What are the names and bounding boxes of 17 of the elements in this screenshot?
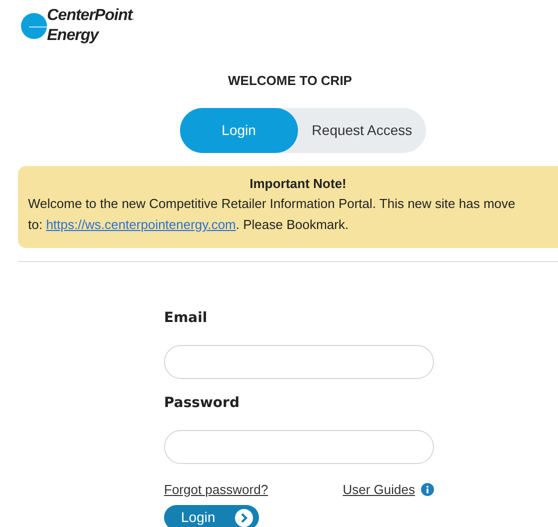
chevron-right-icon xyxy=(235,508,253,526)
user-guides-link[interactable]: User Guides xyxy=(342,480,415,499)
input-field[interactable] xyxy=(164,344,434,378)
logo-icon xyxy=(19,11,49,41)
tab[interactable]: Request Access xyxy=(298,108,426,152)
forgot-password-link[interactable]: Forgot password? xyxy=(164,480,268,499)
note-heading: Important Note! xyxy=(250,176,346,190)
portal-link[interactable]: https://ws.centerpointenergy.com xyxy=(46,217,236,232)
field-label: Email xyxy=(164,308,208,328)
input-field[interactable] xyxy=(164,430,434,464)
logo-text: Energy xyxy=(47,27,100,45)
info-icon xyxy=(421,482,434,496)
login-button[interactable]: Login xyxy=(164,505,259,527)
note-text: Welcome to the new Competitive Retailer Information Portal. This new site has move to: https://ws.centerpointenergy.com. Please Bookmark. xyxy=(28,195,516,234)
logo-text: CenterPoint. xyxy=(47,7,134,26)
page-title: WELCOME TO CRIP xyxy=(228,72,352,90)
field-label: Password xyxy=(164,394,240,412)
